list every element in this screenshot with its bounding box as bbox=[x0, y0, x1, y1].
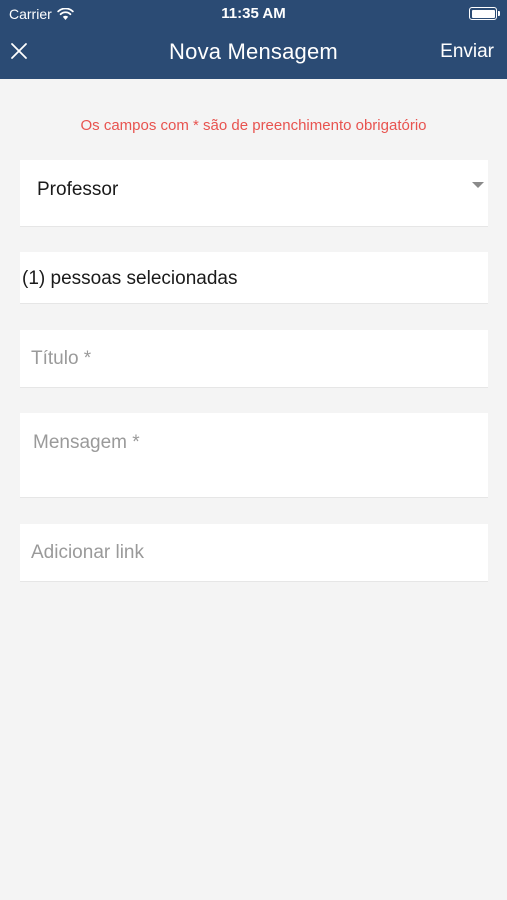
title-input[interactable] bbox=[20, 330, 488, 387]
link-input[interactable] bbox=[20, 524, 488, 581]
nav-bar: Nova Mensagem Enviar bbox=[0, 28, 507, 79]
battery-fill bbox=[471, 9, 495, 18]
recipients-selector[interactable]: (1) pessoas selecionadas bbox=[20, 252, 488, 304]
header: Carrier 11:35 AM Nova Mensagem Enviar bbox=[0, 0, 507, 79]
send-button[interactable]: Enviar bbox=[440, 41, 494, 63]
page-title: Nova Mensagem bbox=[169, 39, 338, 64]
status-time: 11:35 AM bbox=[221, 5, 286, 22]
battery-icon bbox=[469, 7, 500, 20]
recipient-type-select[interactable]: Professor bbox=[20, 160, 488, 227]
link-field[interactable] bbox=[20, 524, 488, 582]
dropdown-caret-icon bbox=[472, 182, 484, 188]
recipient-type-value: Professor bbox=[37, 179, 119, 200]
message-input[interactable] bbox=[20, 413, 488, 497]
status-bar: Carrier 11:35 AM bbox=[0, 0, 507, 28]
title-field[interactable] bbox=[20, 330, 488, 388]
message-field[interactable] bbox=[20, 413, 488, 498]
recipients-summary: (1) pessoas selecionadas bbox=[22, 268, 238, 289]
required-fields-note: Os campos com * são de preenchimento obr… bbox=[80, 117, 427, 134]
